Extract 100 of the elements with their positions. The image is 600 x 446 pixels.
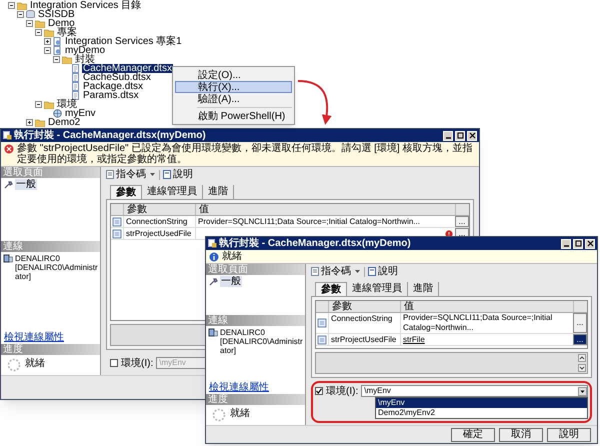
collapse-icon[interactable]: [44, 47, 51, 54]
page-item[interactable]: 一般: [220, 276, 242, 286]
column-header: 值: [195, 204, 455, 215]
minimize-button[interactable]: [443, 130, 453, 140]
collapse-icon[interactable]: [17, 11, 24, 18]
browse-button[interactable]: ...: [573, 334, 587, 345]
window-title: 執行封裝 - CacheManager.dtsx(myDemo): [219, 238, 412, 250]
wrench-icon: [4, 180, 13, 188]
collapse-icon[interactable]: [35, 101, 42, 108]
close-button[interactable]: [585, 238, 595, 248]
menu-item[interactable]: 執行(X)...: [175, 81, 292, 93]
document-icon: [71, 73, 80, 82]
tab[interactable]: 參數: [110, 185, 142, 199]
collapse-icon[interactable]: [35, 29, 42, 36]
message-text: 參數 "strProjectUsedFile" 已設定為會使用環境變數，卻未選取任何環境。請勾選 [環境] 核取方塊，並指定要使用的環境，或指定參數的常值。: [17, 143, 474, 165]
help-button[interactable]: 說明: [163, 169, 193, 180]
document-icon: [71, 82, 80, 91]
tree-item[interactable]: 環境: [56, 100, 78, 109]
error-icon: [4, 144, 14, 154]
server-icon: [208, 328, 218, 336]
maximize-button[interactable]: [455, 130, 465, 140]
help-button[interactable]: 說明: [368, 266, 398, 277]
collapse-icon[interactable]: [53, 56, 60, 63]
package-icon: [3, 131, 12, 140]
tree-item[interactable]: Integration Services 專案1: [64, 37, 183, 46]
message-text: 就緒: [222, 251, 242, 262]
tree-item[interactable]: 專案: [56, 28, 78, 37]
menu-item[interactable]: 啟動 PowerShell(H): [175, 110, 292, 122]
page-item[interactable]: 一般: [15, 178, 37, 190]
parameter-value: strFile: [403, 334, 426, 344]
connection-properties-link[interactable]: 檢視連線屬性: [206, 382, 272, 394]
tree-item[interactable]: CacheSub.dtsx: [82, 73, 152, 82]
tree-item[interactable]: Demo: [47, 19, 76, 28]
close-icon: [586, 239, 594, 248]
section-header: 進度: [206, 394, 305, 405]
checkbox[interactable]: [315, 387, 323, 395]
menu-item[interactable]: 設定(O)...: [175, 69, 292, 81]
tree-item[interactable]: SSISDB: [37, 10, 76, 19]
collapse-icon[interactable]: [8, 2, 15, 9]
column-header: 參數: [328, 301, 400, 312]
browse-button[interactable]: ...: [573, 313, 587, 333]
help-icon: [368, 267, 377, 276]
server-name: DENALIRC0: [15, 254, 61, 263]
script-button[interactable]: 指令碼: [311, 266, 361, 277]
script-button[interactable]: 指令碼: [106, 169, 156, 180]
window-title: 執行封裝 - CacheManager.dtsx(myDemo): [14, 130, 207, 142]
environment-dropdown[interactable]: \myEnv: [361, 385, 588, 397]
maximize-icon: [456, 131, 464, 140]
expand-icon[interactable]: [26, 119, 33, 126]
environment-label: 環境(I):: [326, 386, 358, 396]
tab[interactable]: 參數: [315, 282, 347, 296]
wrench-icon: [209, 276, 218, 286]
caret-icon: [149, 171, 156, 178]
dialog-button[interactable]: 確定: [451, 428, 495, 442]
info-icon: [209, 252, 219, 262]
caret-icon: [354, 268, 361, 275]
script-icon: [106, 170, 115, 179]
parameter-value: Provider=SQLNCLI11;Data Source=;Initial Catalog=Northwin...: [403, 313, 554, 333]
tree-item[interactable]: myDemo: [64, 46, 106, 55]
tree-item[interactable]: Package.dtsx: [82, 82, 144, 91]
database-icon: [26, 10, 35, 19]
parameter-value: Provider=SQLNCLI11;Data Source=;Initial Catalog=Northwin...: [198, 216, 421, 226]
section-header: 連線: [1, 241, 100, 252]
dialog-button[interactable]: 取消: [499, 428, 543, 442]
parameter-icon: [112, 228, 122, 238]
close-button[interactable]: [467, 130, 477, 140]
tree-item[interactable]: CacheManager.dtsx: [82, 64, 173, 73]
menu-item[interactable]: 驗證(A)...: [175, 93, 292, 105]
dropdown-option[interactable]: Demo2\myEnv2: [376, 408, 587, 418]
parameter-icon: [317, 318, 327, 328]
section-header: 連線: [206, 314, 305, 326]
collapse-icon[interactable]: [26, 20, 33, 27]
package-icon: [208, 239, 217, 248]
checkbox[interactable]: [110, 359, 118, 367]
parameter-name: strProjectUsedFile: [123, 228, 195, 239]
tree-item[interactable]: Demo2: [47, 118, 82, 127]
close-icon: [468, 131, 476, 140]
section-header: 選取頁面: [1, 167, 100, 178]
minimize-button[interactable]: [561, 238, 571, 248]
dropdown-option[interactable]: \myEnv: [376, 398, 587, 408]
parameter-icon: [112, 216, 122, 226]
tree-item[interactable]: 封裝: [74, 55, 96, 64]
expand-icon[interactable]: [44, 38, 51, 45]
column-header: 參數: [123, 204, 195, 215]
parameter-name: ConnectionString: [123, 216, 195, 227]
maximize-button[interactable]: [573, 238, 583, 248]
browse-button[interactable]: ...: [455, 216, 469, 227]
connection-properties-link[interactable]: 檢視連線屬性: [1, 332, 67, 344]
tree-item[interactable]: Integration Services 目錄: [29, 1, 142, 10]
dialog-button[interactable]: 說明: [547, 428, 591, 442]
tree-item[interactable]: myEnv: [64, 109, 97, 118]
document-icon: [71, 64, 80, 73]
tree-item[interactable]: Params.dtsx: [82, 91, 140, 100]
server-name: DENALIRC0: [220, 328, 266, 336]
environment-label: 環境(I):: [121, 358, 154, 368]
spinner-icon: [212, 408, 226, 422]
section-header: 選取頁面: [206, 264, 305, 275]
document-gear-icon: [53, 37, 62, 46]
section-header: 進度: [1, 344, 100, 355]
progress-status: 就緒: [25, 358, 45, 369]
